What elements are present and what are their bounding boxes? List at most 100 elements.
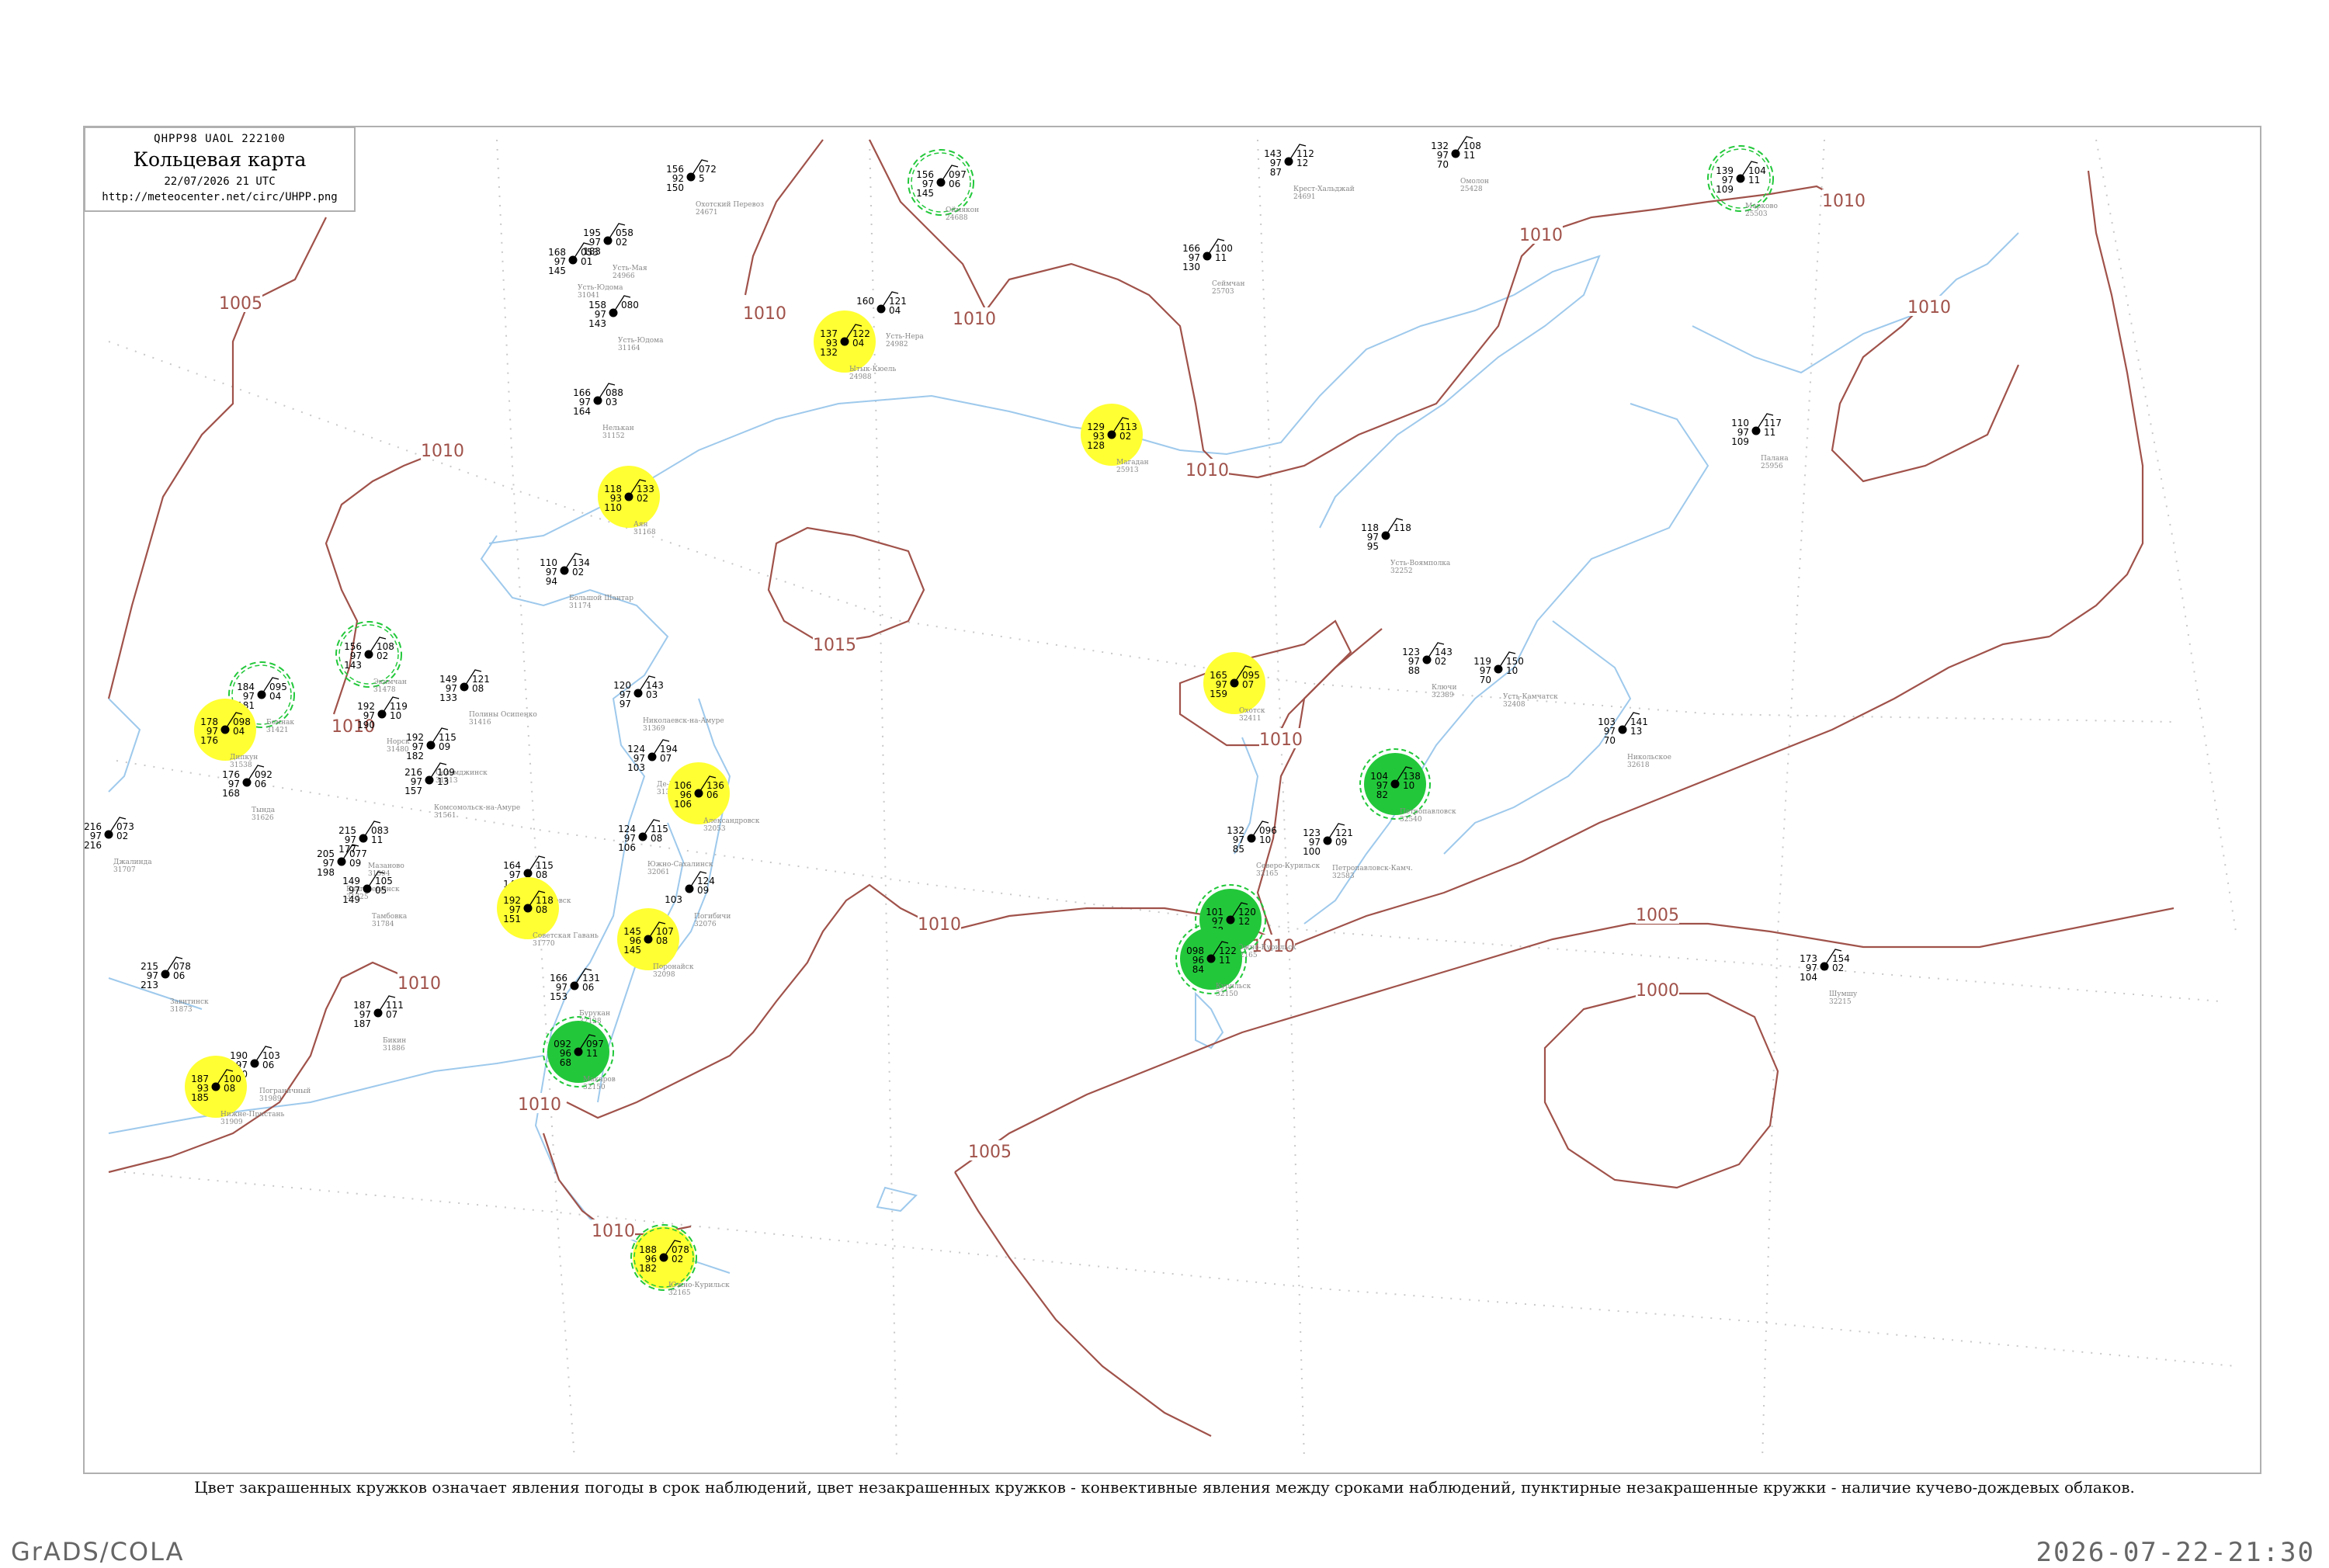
station-25428[interactable]: 132977010811Омолон25428 <box>1431 136 1489 193</box>
station-31784[interactable]: 1499714910505Тамбовка31784 <box>342 871 408 928</box>
station-31478[interactable]: 1569714310802Экимчан31478 <box>335 621 407 694</box>
station-31164[interactable]: 15897143080Усть-Юдома31164 <box>588 295 664 352</box>
station-tendency: 02 <box>377 650 388 661</box>
station-dewpoint: 128 <box>1087 440 1105 451</box>
station-31416[interactable]: 1499713312108Полины Осипенко31416 <box>439 669 537 727</box>
station-32618[interactable]: 103977014113Никольское32618 <box>1598 712 1671 769</box>
station-32053[interactable]: 1069610613606Александровск32053 <box>668 762 760 833</box>
station-name: Омолон <box>1460 178 1489 186</box>
station-31369[interactable]: 120979714303Николаевск-на-Амуре31369 <box>613 675 724 733</box>
station-dewpoint: 68 <box>560 1057 571 1068</box>
station-31594[interactable]: 2159717708311Мазаново31594 <box>338 820 404 878</box>
coastline-kamchatka-east <box>1443 620 1632 855</box>
station-id: 32389 <box>1432 692 1454 699</box>
station-tendency: 11 <box>1764 427 1775 438</box>
station-tendency: 10 <box>1259 834 1271 845</box>
station-id: 32165 <box>1256 870 1279 878</box>
station-id: 25913 <box>1116 467 1139 474</box>
station-tendency: 08 <box>224 1083 235 1094</box>
station-tendency: 07 <box>1242 679 1254 690</box>
station-name: Марково <box>1745 203 1778 210</box>
station-dewpoint: 164 <box>573 406 591 417</box>
station-tendency: 5 <box>699 173 705 184</box>
station-25956[interactable]: 1109710911711Палана25956 <box>1731 413 1789 470</box>
station-dewpoint: 187 <box>353 1018 371 1029</box>
station-name: Никольское <box>1627 754 1671 761</box>
station-dewpoint: 183 <box>583 246 601 257</box>
station-dewpoint: 70 <box>1604 735 1616 746</box>
station-25503[interactable]: 1399710910411Марково25503 <box>1707 145 1778 218</box>
station-name: Макаров <box>583 1076 616 1084</box>
station-31152[interactable]: 1669716408803Нелькан31152 <box>573 383 634 440</box>
station-32215[interactable]: 1739710415402Шумшу32215 <box>1800 949 1858 1006</box>
station-25703[interactable]: 1669713010011Сеймчан25703 <box>1182 238 1245 296</box>
station-tendency: 08 <box>656 935 668 946</box>
station-name: Петропавловск <box>1400 808 1456 816</box>
station-dewpoint: 110 <box>604 502 622 513</box>
station-24966[interactable]: 1959718305802Усть-Мая24966 <box>583 223 647 280</box>
station-dewpoint: 100 <box>1303 846 1321 857</box>
station-id: 31478 <box>373 686 396 694</box>
station-pressure: 118 <box>1394 522 1411 533</box>
isobar-label: 1010 <box>397 974 441 994</box>
station-id: 24966 <box>613 272 635 280</box>
station-id: 32215 <box>1829 998 1852 1006</box>
station-dewpoint: 213 <box>141 980 158 990</box>
station-name: Советская Гавань <box>533 932 599 940</box>
coastline-south <box>108 1055 544 1134</box>
station-name: Усть-Юдома <box>618 337 664 345</box>
station-tendency: 02 <box>1119 431 1131 442</box>
station-31770[interactable]: 1929715111808Советская Гавань31770 <box>497 877 599 948</box>
station-32540[interactable]: 104978213810Петропавловск32540 <box>1359 748 1456 824</box>
coastline-gizhiga <box>1319 255 1601 529</box>
station-tendency: 03 <box>606 397 617 408</box>
station-name: Усть-Юдома <box>578 284 623 292</box>
station-name: Усть-Воямполка <box>1390 560 1451 567</box>
station-name: Ключи <box>1432 684 1456 692</box>
header-url[interactable]: http://meteocenter.net/circ/UHPP.png <box>85 191 354 203</box>
station-name: Бикин <box>383 1037 406 1045</box>
station-dewpoint: 182 <box>406 751 424 761</box>
station-tendency: 05 <box>375 885 387 896</box>
station-31886[interactable]: 1879718711107Бикин31886 <box>353 995 406 1053</box>
station-id: 31174 <box>569 602 592 610</box>
station-24988[interactable]: 1379313212204Ытык-Кюель24988 <box>814 310 897 381</box>
station-32389[interactable]: 123978814302Ключи32389 <box>1402 642 1456 699</box>
station-25913[interactable]: 1299312811302Магадан25913 <box>1081 404 1149 474</box>
station-31707[interactable]: 2169721607302Джалинда31707 <box>84 817 152 874</box>
station-31480[interactable]: 1929719011910Норск31480 <box>357 696 410 754</box>
station-31168[interactable]: 1189311013302Аян31168 <box>598 466 660 536</box>
station-tendency: 12 <box>1296 158 1308 168</box>
station-32061[interactable]: 1249710611508Южно-Сахалинск32061 <box>618 819 713 876</box>
station-tendency: 10 <box>1403 780 1414 791</box>
station-name: Завитинск <box>170 998 209 1006</box>
station-name: Ытык-Кюель <box>849 366 897 373</box>
station-tendency: 06 <box>949 179 960 189</box>
station-tendency: 11 <box>371 834 383 845</box>
station-32150[interactable]: 092966809711Макаров32150 <box>543 1016 616 1091</box>
station-dewpoint: 149 <box>342 894 360 905</box>
station-32583[interactable]: 1239710012109Петропавловск-Камч.32583 <box>1303 823 1413 880</box>
station-24688[interactable]: 1569714509706Оймякон24688 <box>908 149 979 222</box>
station-name: Охотский Перевоз <box>696 201 764 209</box>
isobar-label: 1010 <box>518 1095 561 1115</box>
station-name: Усть-Нера <box>886 333 924 341</box>
station-32252[interactable]: 1189795118Усть-Воямполка32252 <box>1361 518 1451 575</box>
station-31873[interactable]: 2159721307806Завитинск31873 <box>141 956 209 1014</box>
station-32076[interactable]: 10312409Погибичи32076 <box>665 871 731 928</box>
station-dewpoint: 70 <box>1437 159 1449 170</box>
station-name: Палана <box>1761 455 1789 463</box>
station-31626[interactable]: 1769716809206Тында31626 <box>222 765 276 822</box>
station-32165[interactable]: 1889618207802Южно-Курильск32165 <box>630 1224 730 1297</box>
island-kuril <box>1195 991 1224 1049</box>
station-id: 32098 <box>653 971 675 979</box>
station-32411[interactable]: 1659715909507Охотск32411 <box>1203 652 1265 723</box>
station-32408[interactable]: 119977015010Усть-Камчатск32408 <box>1473 651 1558 709</box>
station-name: Сеймчан <box>1212 280 1245 288</box>
station-31538[interactable]: 1789717609804Дипкун31538 <box>194 699 258 769</box>
station-id: 31369 <box>643 725 665 733</box>
station-tendency: 04 <box>233 726 245 737</box>
graticule-line <box>123 1171 2237 1367</box>
station-24691[interactable]: 143978711212Крест-Хальджай24691 <box>1264 144 1355 201</box>
station-24671[interactable]: 156921500725Охотский Перевоз24671 <box>666 159 764 217</box>
